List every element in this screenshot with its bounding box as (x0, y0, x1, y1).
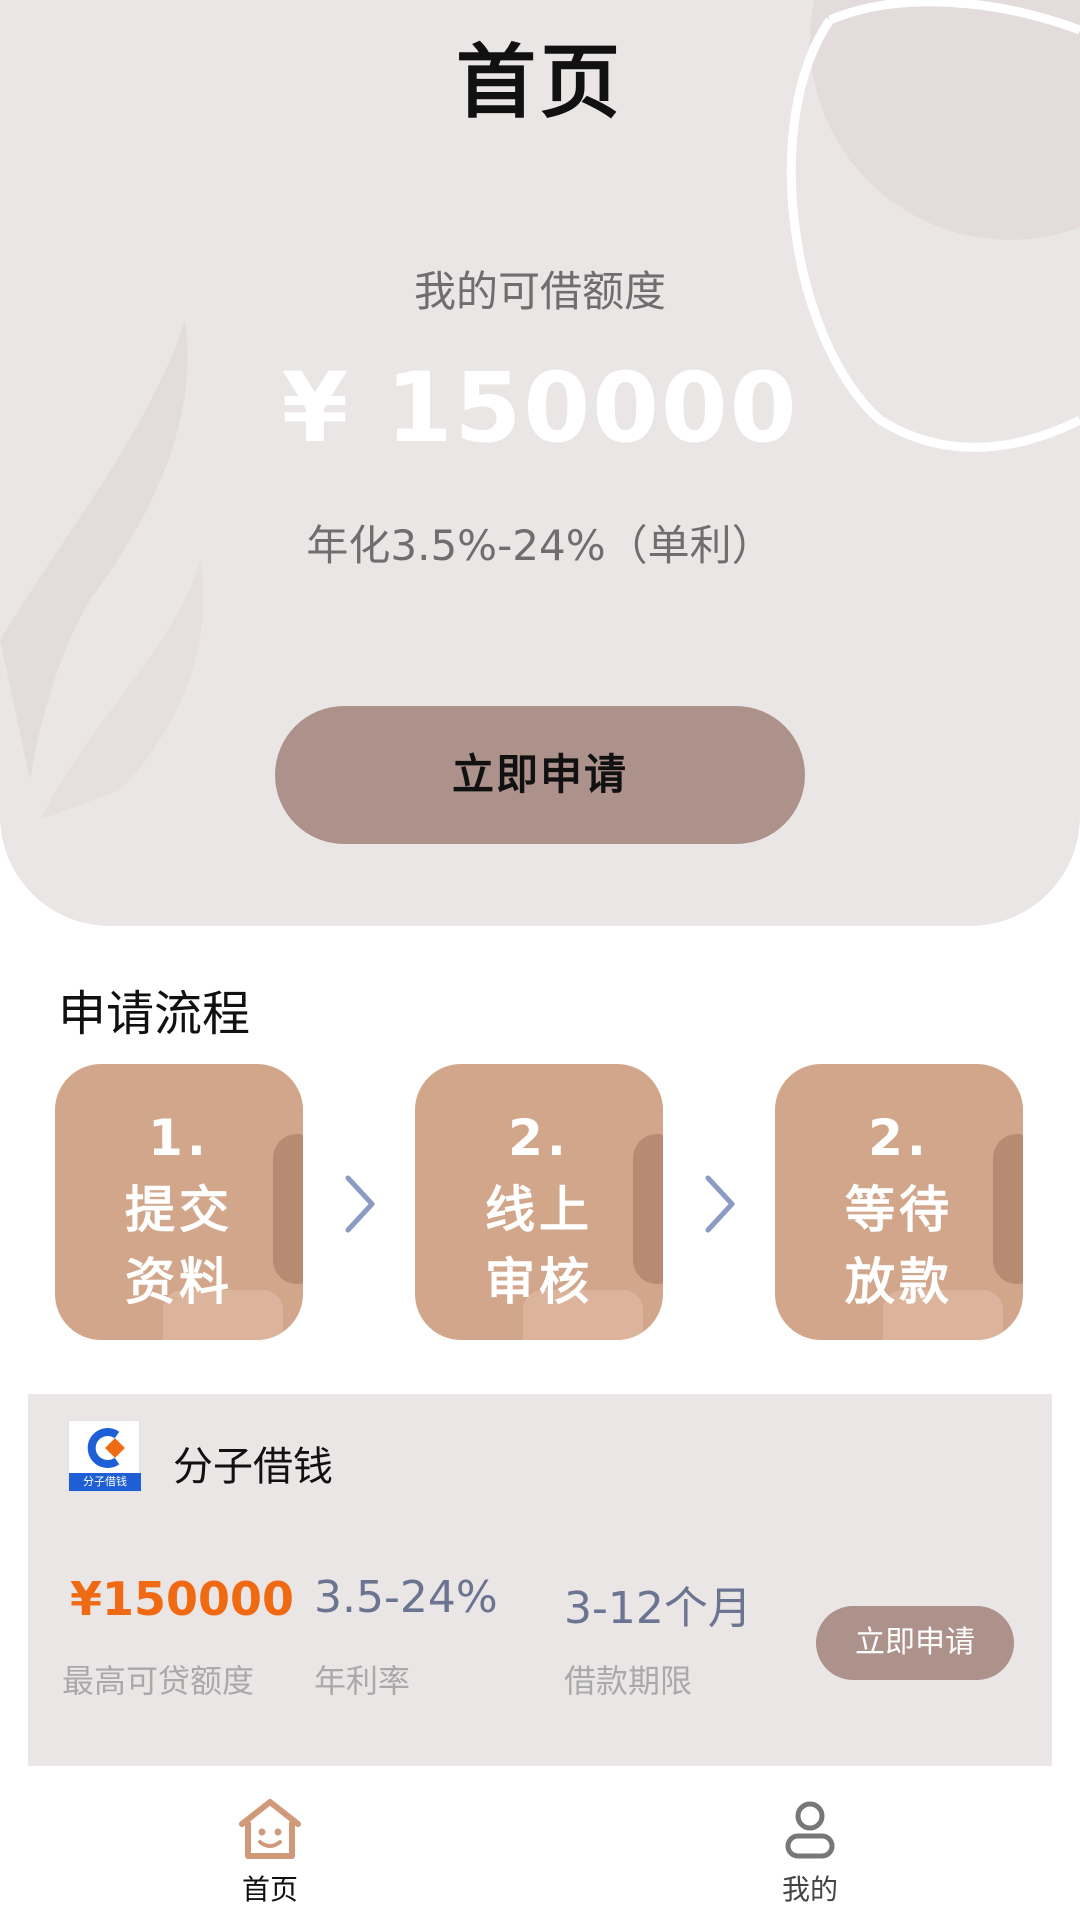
home-smile-icon (239, 1799, 301, 1859)
chevron-right-icon (345, 1175, 375, 1233)
process-step-label: 1. 提交 资料 (125, 1109, 233, 1311)
annual-rate-text: 年化3.5%-24%（单利） (306, 521, 774, 570)
product-name: 分子借钱 (173, 1444, 333, 1490)
nav-item-mine[interactable]: 我的 (710, 1796, 910, 1908)
loan-term-value: 3-12个月 (564, 1583, 752, 1634)
process-section-title: 申请流程 (58, 986, 251, 1042)
quota-label: 我的可借额度 (413, 267, 666, 316)
annual-rate-value: 3.5-24% (314, 1572, 498, 1623)
user-icon (785, 1801, 835, 1859)
bottom-nav: 首页 我的 (0, 1766, 1080, 1920)
process-step-label: 2. 等待 放款 (845, 1109, 953, 1311)
logo-caption: 分子借钱 (69, 1473, 141, 1491)
chevron-right-icon (705, 1175, 735, 1233)
page-title: 首页 (456, 36, 624, 129)
process-step-disburse: 2. 等待 放款 (775, 1064, 1023, 1340)
loan-product-card: 分子借钱 分子借钱 ¥150000 最高可贷额度 3.5-24% 年利率 3-1… (28, 1394, 1052, 1766)
quota-amount: ¥ 150000 (281, 352, 799, 464)
annual-rate-label: 年利率 (314, 1662, 411, 1700)
process-step-submit: 1. 提交 资料 (55, 1064, 303, 1340)
nav-label-mine: 我的 (781, 1873, 838, 1906)
nav-label-home: 首页 (241, 1873, 298, 1906)
process-step-review: 2. 线上 审核 (415, 1064, 663, 1340)
product-logo: 分子借钱 (68, 1420, 141, 1492)
nav-item-home[interactable]: 首页 (170, 1796, 370, 1908)
loan-term-label: 借款期限 (564, 1662, 693, 1700)
brand-logo-icon (87, 1428, 125, 1468)
hero-banner: 首页 我的可借额度 ¥ 150000 年化3.5%-24%（单利） 立即申请 (0, 0, 1080, 926)
max-amount-label: 最高可贷额度 (62, 1662, 255, 1700)
apply-now-button[interactable]: 立即申请 (275, 706, 805, 844)
product-apply-button[interactable]: 立即申请 (816, 1606, 1014, 1680)
max-amount-value: ¥150000 (70, 1572, 295, 1626)
process-step-label: 2. 线上 审核 (485, 1109, 593, 1311)
